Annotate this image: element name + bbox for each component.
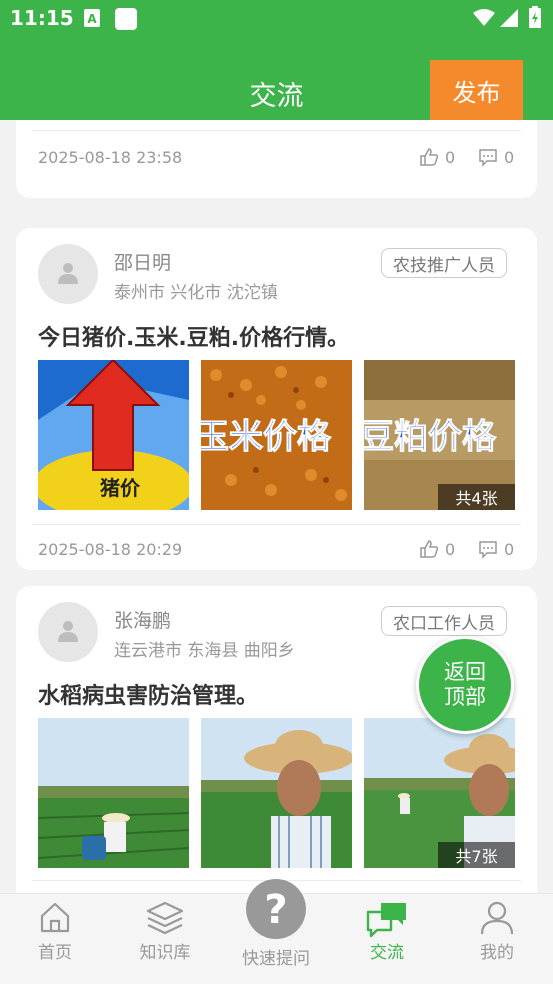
app-bar: 交流 发布 <box>0 38 553 120</box>
nav-knowledge-label: 知识库 <box>139 943 191 963</box>
back-to-top-button[interactable]: 返回 顶部 <box>416 636 514 734</box>
back-to-top-label-1: 返回 <box>444 660 486 684</box>
like-button[interactable]: 0 <box>419 147 455 167</box>
comment-button[interactable]: 0 <box>478 147 514 167</box>
like-icon <box>420 148 439 166</box>
post-image-pig-price[interactable]: 猪价 <box>38 360 189 510</box>
nav-exchange-label: 交流 <box>370 943 404 963</box>
comment-icon <box>479 541 497 559</box>
post-title[interactable]: 今日猪价.玉米.豆粕.价格行情。 <box>38 320 349 352</box>
like-button[interactable]: 0 <box>419 539 455 559</box>
comment-icon <box>479 149 497 167</box>
layers-icon <box>146 901 184 935</box>
home-icon <box>40 902 70 933</box>
battery-icon <box>529 6 541 32</box>
role-badge: 农口工作人员 <box>381 606 507 636</box>
status-time: 11:15 <box>10 6 74 30</box>
post-title[interactable]: 水稻病虫害防治管理。 <box>38 678 258 710</box>
post-date: 2025-08-18 20:29 <box>38 540 183 559</box>
signal-icon <box>500 9 518 31</box>
nav-exchange[interactable]: 交流 <box>332 894 442 984</box>
nav-home-label: 首页 <box>38 943 72 963</box>
image-count-badge: 共4张 <box>438 484 515 510</box>
wifi-icon <box>473 9 495 31</box>
divider <box>32 524 521 525</box>
post-image-field-1[interactable] <box>38 718 189 868</box>
publish-button[interactable]: 发布 <box>430 60 523 120</box>
divider <box>32 130 521 131</box>
author-location: 泰州市 兴化市 沈沱镇 <box>114 283 278 303</box>
comment-count: 0 <box>504 539 515 559</box>
image-count-badge: 共7张 <box>438 842 515 868</box>
nav-mine[interactable]: 我的 <box>442 894 552 984</box>
like-count: 0 <box>445 539 456 559</box>
role-badge: 农技推广人员 <box>381 248 507 278</box>
post-image-field-3[interactable]: 共7张 <box>364 718 515 868</box>
svg-text:猪价: 猪价 <box>100 476 141 500</box>
bottom-nav: 首页 知识库 ? 快速提问 交流 我的 <box>0 879 553 984</box>
like-icon <box>420 540 439 558</box>
post-images[interactable]: 猪价 玉米价格 豆粕价格 共4张 <box>38 360 515 510</box>
svg-text:A: A <box>87 12 97 26</box>
nav-knowledge[interactable]: 知识库 <box>110 894 220 984</box>
post-image-corn-price[interactable]: 玉米价格 <box>201 360 352 510</box>
post-card[interactable]: 张海鹏 连云港市 东海县 曲阳乡 农口工作人员 水稻病虫害防治管理。 共7张 <box>16 586 537 893</box>
comment-count: 0 <box>504 147 515 167</box>
nav-ask[interactable]: ? 快速提问 <box>220 879 332 984</box>
post-feed[interactable]: 2025-08-18 23:58 0 0 邵日明 泰州市 兴化市 沈沱镇 农技推… <box>0 120 553 893</box>
app-notification-icon-2 <box>115 8 137 34</box>
post-date: 2025-08-18 23:58 <box>38 148 183 167</box>
post-image-soymeal-price[interactable]: 豆粕价格 共4张 <box>364 360 515 510</box>
avatar[interactable] <box>38 244 98 304</box>
app-notification-icon: A <box>84 9 100 31</box>
nav-home[interactable]: 首页 <box>0 894 110 984</box>
svg-text:?: ? <box>264 887 287 933</box>
avatar[interactable] <box>38 602 98 662</box>
author-name[interactable]: 张海鹏 <box>114 606 171 633</box>
post-image-field-2[interactable] <box>201 718 352 868</box>
question-icon[interactable]: ? <box>246 879 306 939</box>
nav-mine-label: 我的 <box>480 943 514 963</box>
like-count: 0 <box>445 147 456 167</box>
comment-button[interactable]: 0 <box>478 539 514 559</box>
user-icon <box>480 901 514 935</box>
user-placeholder-icon <box>58 263 78 284</box>
svg-text:豆粕价格: 豆粕价格 <box>364 417 497 457</box>
chat-icon <box>366 903 406 938</box>
post-images[interactable]: 共7张 <box>38 718 515 868</box>
nav-ask-label: 快速提问 <box>242 949 310 969</box>
author-location: 连云港市 东海县 曲阳乡 <box>114 641 295 661</box>
post-card[interactable]: 邵日明 泰州市 兴化市 沈沱镇 农技推广人员 今日猪价.玉米.豆粕.价格行情。 … <box>16 228 537 570</box>
user-placeholder-icon <box>58 621 78 642</box>
svg-text:玉米价格: 玉米价格 <box>201 417 332 457</box>
author-name[interactable]: 邵日明 <box>114 248 171 275</box>
back-to-top-label-2: 顶部 <box>444 685 486 709</box>
status-bar: 11:15 A <box>0 0 553 38</box>
post-card[interactable]: 2025-08-18 23:58 0 0 <box>16 120 537 198</box>
